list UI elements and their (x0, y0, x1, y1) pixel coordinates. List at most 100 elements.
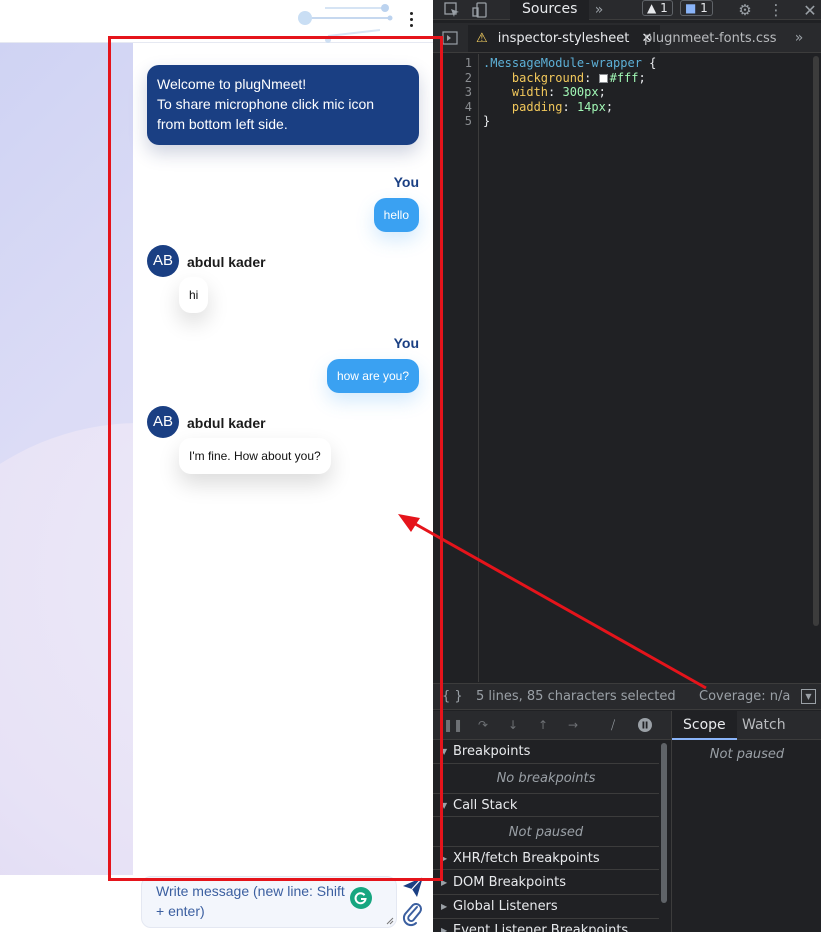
send-icon[interactable] (401, 875, 425, 899)
code-line-4: padding: 14px; (511, 100, 614, 114)
more-files-chevron-icon[interactable]: » (791, 28, 807, 48)
conference-stage (0, 43, 133, 875)
devtools-panel: Sources » ▲ 1 ■ 1 ⚙ ⋮ ✕ ⚠ inspector-styl… (433, 0, 821, 932)
step-over-icon[interactable]: ↷ (475, 717, 491, 733)
more-tabs-chevron-icon[interactable]: » (591, 0, 607, 20)
tab-plugnmeet-fonts[interactable]: plugnmeet-fonts.css (644, 25, 777, 52)
message-input[interactable] (156, 881, 356, 925)
step-out-icon[interactable]: ↑ (535, 717, 551, 733)
line-number: 1 (464, 56, 472, 70)
close-brace: } (483, 114, 491, 128)
grammarly-icon[interactable] (350, 887, 372, 909)
tab-sources[interactable]: Sources (510, 0, 590, 20)
editor-status-bar: { } 5 lines, 85 characters selected Cove… (433, 683, 821, 710)
warning-icon: ⚠ (476, 31, 488, 46)
sender-name: abdul kader (187, 254, 266, 270)
css-selector: .MessageModule-wrapper (483, 56, 642, 70)
expanded-triangle-icon: ▼ (441, 801, 448, 810)
step-into-icon[interactable]: ↓ (505, 717, 521, 733)
css-property: background (511, 71, 585, 85)
more-options-icon[interactable] (403, 8, 419, 30)
pause-icon[interactable]: ❚❚ (443, 717, 463, 733)
message-module-wrapper: Welcome to plugNmeet! To share microphon… (133, 43, 433, 932)
section-xhr-breakpoints[interactable]: ▶ XHR/fetch Breakpoints (433, 846, 659, 870)
message-bubble-outgoing: how are you? (326, 359, 419, 393)
message-composer (141, 876, 397, 928)
welcome-line-3: from bottom left side. (157, 116, 288, 132)
editor-file-tabs: ⚠ inspector-stylesheet ✕ plugnmeet-fonts… (433, 23, 821, 53)
sender-you-label: You (393, 335, 419, 351)
top-header (0, 0, 433, 43)
collapsed-triangle-icon: ▶ (441, 926, 448, 932)
code-line-1: .MessageModule-wrapper { (483, 56, 656, 70)
collapsed-triangle-icon: ▶ (441, 902, 448, 911)
editor-scrollbar[interactable] (813, 56, 819, 626)
toggle-navigator-icon[interactable] (441, 28, 459, 48)
close-devtools-icon[interactable]: ✕ (802, 0, 818, 20)
sidebar-scrollbar[interactable] (661, 743, 667, 903)
avatar: AB (147, 245, 179, 277)
css-value: 300px (562, 85, 599, 99)
section-title: DOM Breakpoints (453, 875, 566, 890)
tab-inspector-stylesheet[interactable]: ⚠ inspector-stylesheet ✕ (468, 25, 661, 52)
section-title: Global Listeners (453, 899, 558, 914)
device-toolbar-icon[interactable] (471, 0, 489, 20)
sender-name: abdul kader (187, 415, 266, 431)
welcome-line-1: Welcome to plugNmeet! (157, 76, 307, 92)
avatar: AB (147, 406, 179, 438)
css-property: padding (511, 100, 563, 114)
warning-triangle-icon: ▲ (647, 1, 657, 15)
network-decoration-icon (298, 4, 393, 43)
call-stack-not-paused: Not paused (508, 825, 584, 840)
messages-badge[interactable]: ■ 1 (680, 0, 713, 16)
debugger-toolbar: ❚❚ ↷ ↓ ↑ → ⧸ (433, 711, 671, 740)
code-line-5: } (483, 114, 490, 128)
step-icon[interactable]: → (565, 717, 581, 733)
toggle-drawer-icon[interactable]: ▼ (801, 689, 816, 704)
section-title: Event Listener Breakpoints (453, 923, 629, 932)
color-swatch[interactable] (598, 74, 608, 83)
css-value: 14px (576, 100, 606, 114)
warnings-count: 1 (660, 1, 668, 15)
welcome-message: Welcome to plugNmeet! To share microphon… (147, 65, 419, 145)
section-call-stack[interactable]: ▼ Call Stack (433, 793, 659, 817)
section-event-listener-breakpoints[interactable]: ▶ Event Listener Breakpoints (433, 919, 659, 932)
welcome-line-2: To share microphone click mic icon (157, 96, 375, 112)
tab-watch[interactable]: Watch (742, 711, 786, 740)
debugger-sidebar: ▼ Breakpoints No breakpoints ▼ Call Stack … (433, 740, 659, 932)
selection-info: 5 lines, 85 characters selected (476, 689, 676, 704)
message-bubble-incoming: I'm fine. How about you? (179, 438, 331, 474)
resize-grip-icon[interactable] (386, 917, 394, 925)
tab-scope[interactable]: Scope (672, 711, 737, 740)
customize-kebab-icon[interactable]: ⋮ (769, 0, 784, 20)
line-gutter: 1 2 3 4 5 (433, 54, 479, 682)
collapsed-triangle-icon: ▶ (441, 878, 448, 887)
no-breakpoints-message: No breakpoints (496, 771, 596, 786)
section-dom-breakpoints[interactable]: ▶ DOM Breakpoints (433, 871, 659, 895)
collapsed-triangle-icon: ▶ (441, 854, 448, 863)
settings-gear-icon[interactable]: ⚙ (736, 0, 754, 20)
paperclip-icon[interactable] (401, 901, 425, 927)
messages-count: 1 (700, 1, 708, 15)
message-bubble-outgoing: hello (373, 198, 419, 232)
screenshot-root: Welcome to plugNmeet! To share microphon… (0, 0, 821, 932)
warnings-badge[interactable]: ▲ 1 (642, 0, 673, 16)
scope-watch-pane: Scope Watch Not paused (671, 711, 821, 932)
pretty-print-button[interactable]: { } (442, 684, 463, 709)
sender-you-label: You (393, 174, 419, 190)
line-number: 4 (464, 100, 472, 114)
stage-background-curve (0, 423, 133, 875)
css-property: width (511, 85, 549, 99)
message-bubble-icon: ■ (685, 1, 697, 15)
section-title: Call Stack (453, 798, 518, 813)
section-title: XHR/fetch Breakpoints (453, 851, 600, 866)
section-global-listeners[interactable]: ▶ Global Listeners (433, 895, 659, 919)
section-breakpoints[interactable]: ▼ Breakpoints (433, 740, 659, 764)
code-editor[interactable]: 1 2 3 4 5 .MessageModule-wrapper { backg… (433, 54, 811, 682)
pause-on-exceptions-icon[interactable] (637, 717, 653, 733)
section-title: Breakpoints (453, 744, 531, 759)
deactivate-breakpoints-icon[interactable]: ⧸ (605, 717, 621, 733)
line-number: 2 (464, 71, 472, 85)
line-number: 5 (464, 114, 472, 128)
inspect-element-icon[interactable] (443, 0, 461, 20)
